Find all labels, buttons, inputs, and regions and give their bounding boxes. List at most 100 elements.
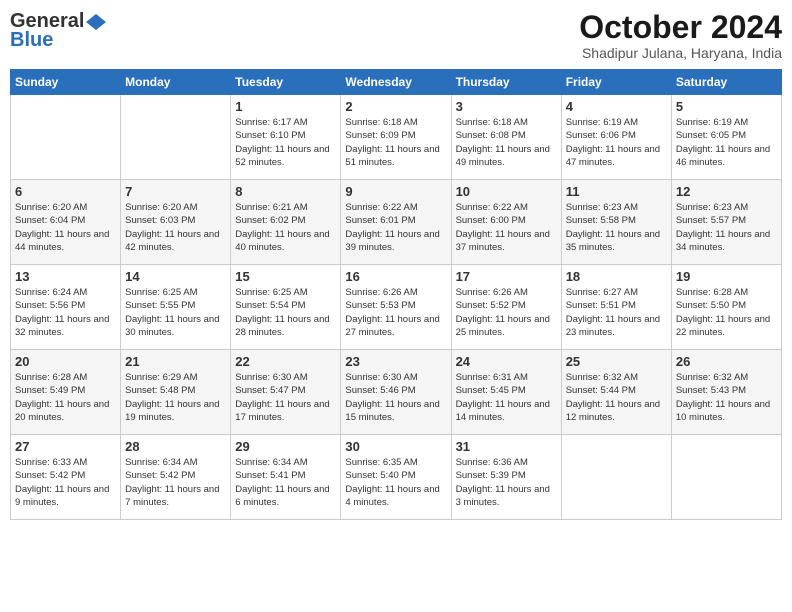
calendar-cell: 5 Sunrise: 6:19 AM Sunset: 6:05 PM Daylig… — [671, 95, 781, 180]
cell-info: Sunrise: 6:27 AM Sunset: 5:51 PM Dayligh… — [566, 286, 667, 339]
calendar-cell: 18 Sunrise: 6:27 AM Sunset: 5:51 PM Dayli… — [561, 265, 671, 350]
cell-info: Sunrise: 6:19 AM Sunset: 6:05 PM Dayligh… — [676, 116, 777, 169]
day-number: 11 — [566, 184, 667, 199]
day-number: 9 — [345, 184, 446, 199]
calendar-cell: 8Sunrise: 6:21 AM Sunset: 6:02 PM Daylig… — [231, 180, 341, 265]
day-number: 28 — [125, 439, 226, 454]
cell-info: Sunrise: 6:18 AM Sunset: 6:08 PM Dayligh… — [456, 116, 557, 169]
day-number: 5 — [676, 99, 777, 114]
calendar-cell: 3 Sunrise: 6:18 AM Sunset: 6:08 PM Daylig… — [451, 95, 561, 180]
cell-info: Sunrise: 6:30 AM Sunset: 5:46 PM Dayligh… — [345, 371, 446, 424]
calendar-cell: 30 Sunrise: 6:35 AM Sunset: 5:40 PM Dayli… — [341, 435, 451, 520]
cell-info: Sunrise: 6:22 AM Sunset: 6:01 PM Dayligh… — [345, 201, 446, 254]
cell-info: Sunrise: 6:25 AM Sunset: 5:55 PM Dayligh… — [125, 286, 226, 339]
day-number: 19 — [676, 269, 777, 284]
month-title: October 2024 — [579, 10, 782, 45]
day-number: 13 — [15, 269, 116, 284]
cell-info: Sunrise: 6:32 AM Sunset: 5:43 PM Dayligh… — [676, 371, 777, 424]
day-number: 15 — [235, 269, 336, 284]
cell-info: Sunrise: 6:34 AM Sunset: 5:42 PM Dayligh… — [125, 456, 226, 509]
calendar-cell: 28 Sunrise: 6:34 AM Sunset: 5:42 PM Dayli… — [121, 435, 231, 520]
column-header-tuesday: Tuesday — [231, 70, 341, 95]
calendar-cell: 10 Sunrise: 6:22 AM Sunset: 6:00 PM Dayli… — [451, 180, 561, 265]
calendar-week-1: 1Sunrise: 6:17 AM Sunset: 6:10 PM Daylig… — [11, 95, 782, 180]
cell-info: Sunrise: 6:30 AM Sunset: 5:47 PM Dayligh… — [235, 371, 336, 424]
calendar-cell: 23Sunrise: 6:30 AM Sunset: 5:46 PM Dayli… — [341, 350, 451, 435]
logo-icon — [86, 14, 106, 30]
cell-info: Sunrise: 6:26 AM Sunset: 5:53 PM Dayligh… — [345, 286, 446, 339]
calendar-cell: 31 Sunrise: 6:36 AM Sunset: 5:39 PM Dayli… — [451, 435, 561, 520]
cell-info: Sunrise: 6:32 AM Sunset: 5:44 PM Dayligh… — [566, 371, 667, 424]
calendar-cell: 1Sunrise: 6:17 AM Sunset: 6:10 PM Daylig… — [231, 95, 341, 180]
calendar-cell: 15 Sunrise: 6:25 AM Sunset: 5:54 PM Dayli… — [231, 265, 341, 350]
cell-info: Sunrise: 6:31 AM Sunset: 5:45 PM Dayligh… — [456, 371, 557, 424]
cell-info: Sunrise: 6:34 AM Sunset: 5:41 PM Dayligh… — [235, 456, 336, 509]
calendar-cell: 25 Sunrise: 6:32 AM Sunset: 5:44 PM Dayli… — [561, 350, 671, 435]
logo: General Blue — [10, 10, 108, 52]
day-number: 7 — [125, 184, 226, 199]
calendar-cell: 26 Sunrise: 6:32 AM Sunset: 5:43 PM Dayli… — [671, 350, 781, 435]
cell-info: Sunrise: 6:25 AM Sunset: 5:54 PM Dayligh… — [235, 286, 336, 339]
location: Shadipur Julana, Haryana, India — [579, 45, 782, 61]
day-number: 30 — [345, 439, 446, 454]
calendar-cell: 7 Sunrise: 6:20 AM Sunset: 6:03 PM Daylig… — [121, 180, 231, 265]
column-header-sunday: Sunday — [11, 70, 121, 95]
calendar-cell: 16 Sunrise: 6:26 AM Sunset: 5:53 PM Dayli… — [341, 265, 451, 350]
calendar-cell: 14 Sunrise: 6:25 AM Sunset: 5:55 PM Dayli… — [121, 265, 231, 350]
day-number: 27 — [15, 439, 116, 454]
calendar-cell: 22 Sunrise: 6:30 AM Sunset: 5:47 PM Dayli… — [231, 350, 341, 435]
page-header: General Blue October 2024 Shadipur Julan… — [10, 10, 782, 61]
day-number: 25 — [566, 354, 667, 369]
calendar-cell — [671, 435, 781, 520]
day-number: 14 — [125, 269, 226, 284]
day-number: 16 — [345, 269, 446, 284]
calendar-cell — [121, 95, 231, 180]
column-header-friday: Friday — [561, 70, 671, 95]
calendar-cell: 11Sunrise: 6:23 AM Sunset: 5:58 PM Dayli… — [561, 180, 671, 265]
cell-info: Sunrise: 6:23 AM Sunset: 5:57 PM Dayligh… — [676, 201, 777, 254]
column-header-saturday: Saturday — [671, 70, 781, 95]
day-number: 10 — [456, 184, 557, 199]
calendar-cell: 2 Sunrise: 6:18 AM Sunset: 6:09 PM Daylig… — [341, 95, 451, 180]
day-number: 20 — [15, 354, 116, 369]
cell-info: Sunrise: 6:22 AM Sunset: 6:00 PM Dayligh… — [456, 201, 557, 254]
calendar-cell — [11, 95, 121, 180]
day-number: 17 — [456, 269, 557, 284]
cell-info: Sunrise: 6:20 AM Sunset: 6:03 PM Dayligh… — [125, 201, 226, 254]
cell-info: Sunrise: 6:29 AM Sunset: 5:48 PM Dayligh… — [125, 371, 226, 424]
calendar-cell: 6 Sunrise: 6:20 AM Sunset: 6:04 PM Daylig… — [11, 180, 121, 265]
day-number: 21 — [125, 354, 226, 369]
cell-info: Sunrise: 6:33 AM Sunset: 5:42 PM Dayligh… — [15, 456, 116, 509]
calendar-week-4: 20 Sunrise: 6:28 AM Sunset: 5:49 PM Dayli… — [11, 350, 782, 435]
column-header-wednesday: Wednesday — [341, 70, 451, 95]
calendar-cell: 20 Sunrise: 6:28 AM Sunset: 5:49 PM Dayli… — [11, 350, 121, 435]
column-header-thursday: Thursday — [451, 70, 561, 95]
calendar-cell: 27 Sunrise: 6:33 AM Sunset: 5:42 PM Dayli… — [11, 435, 121, 520]
calendar-cell: 12Sunrise: 6:23 AM Sunset: 5:57 PM Dayli… — [671, 180, 781, 265]
day-number: 18 — [566, 269, 667, 284]
calendar-cell: 24 Sunrise: 6:31 AM Sunset: 5:45 PM Dayli… — [451, 350, 561, 435]
day-number: 8 — [235, 184, 336, 199]
cell-info: Sunrise: 6:20 AM Sunset: 6:04 PM Dayligh… — [15, 201, 116, 254]
cell-info: Sunrise: 6:26 AM Sunset: 5:52 PM Dayligh… — [456, 286, 557, 339]
day-number: 22 — [235, 354, 336, 369]
cell-info: Sunrise: 6:36 AM Sunset: 5:39 PM Dayligh… — [456, 456, 557, 509]
day-number: 3 — [456, 99, 557, 114]
cell-info: Sunrise: 6:24 AM Sunset: 5:56 PM Dayligh… — [15, 286, 116, 339]
title-block: October 2024 Shadipur Julana, Haryana, I… — [579, 10, 782, 61]
day-number: 26 — [676, 354, 777, 369]
cell-info: Sunrise: 6:28 AM Sunset: 5:49 PM Dayligh… — [15, 371, 116, 424]
day-number: 24 — [456, 354, 557, 369]
cell-info: Sunrise: 6:35 AM Sunset: 5:40 PM Dayligh… — [345, 456, 446, 509]
cell-info: Sunrise: 6:19 AM Sunset: 6:06 PM Dayligh… — [566, 116, 667, 169]
day-number: 31 — [456, 439, 557, 454]
day-number: 1 — [235, 99, 336, 114]
cell-info: Sunrise: 6:18 AM Sunset: 6:09 PM Dayligh… — [345, 116, 446, 169]
calendar-cell: 13 Sunrise: 6:24 AM Sunset: 5:56 PM Dayli… — [11, 265, 121, 350]
calendar-cell — [561, 435, 671, 520]
day-number: 6 — [15, 184, 116, 199]
calendar-table: SundayMondayTuesdayWednesdayThursdayFrid… — [10, 69, 782, 520]
column-header-monday: Monday — [121, 70, 231, 95]
day-number: 2 — [345, 99, 446, 114]
logo-blue: Blue — [10, 29, 53, 52]
